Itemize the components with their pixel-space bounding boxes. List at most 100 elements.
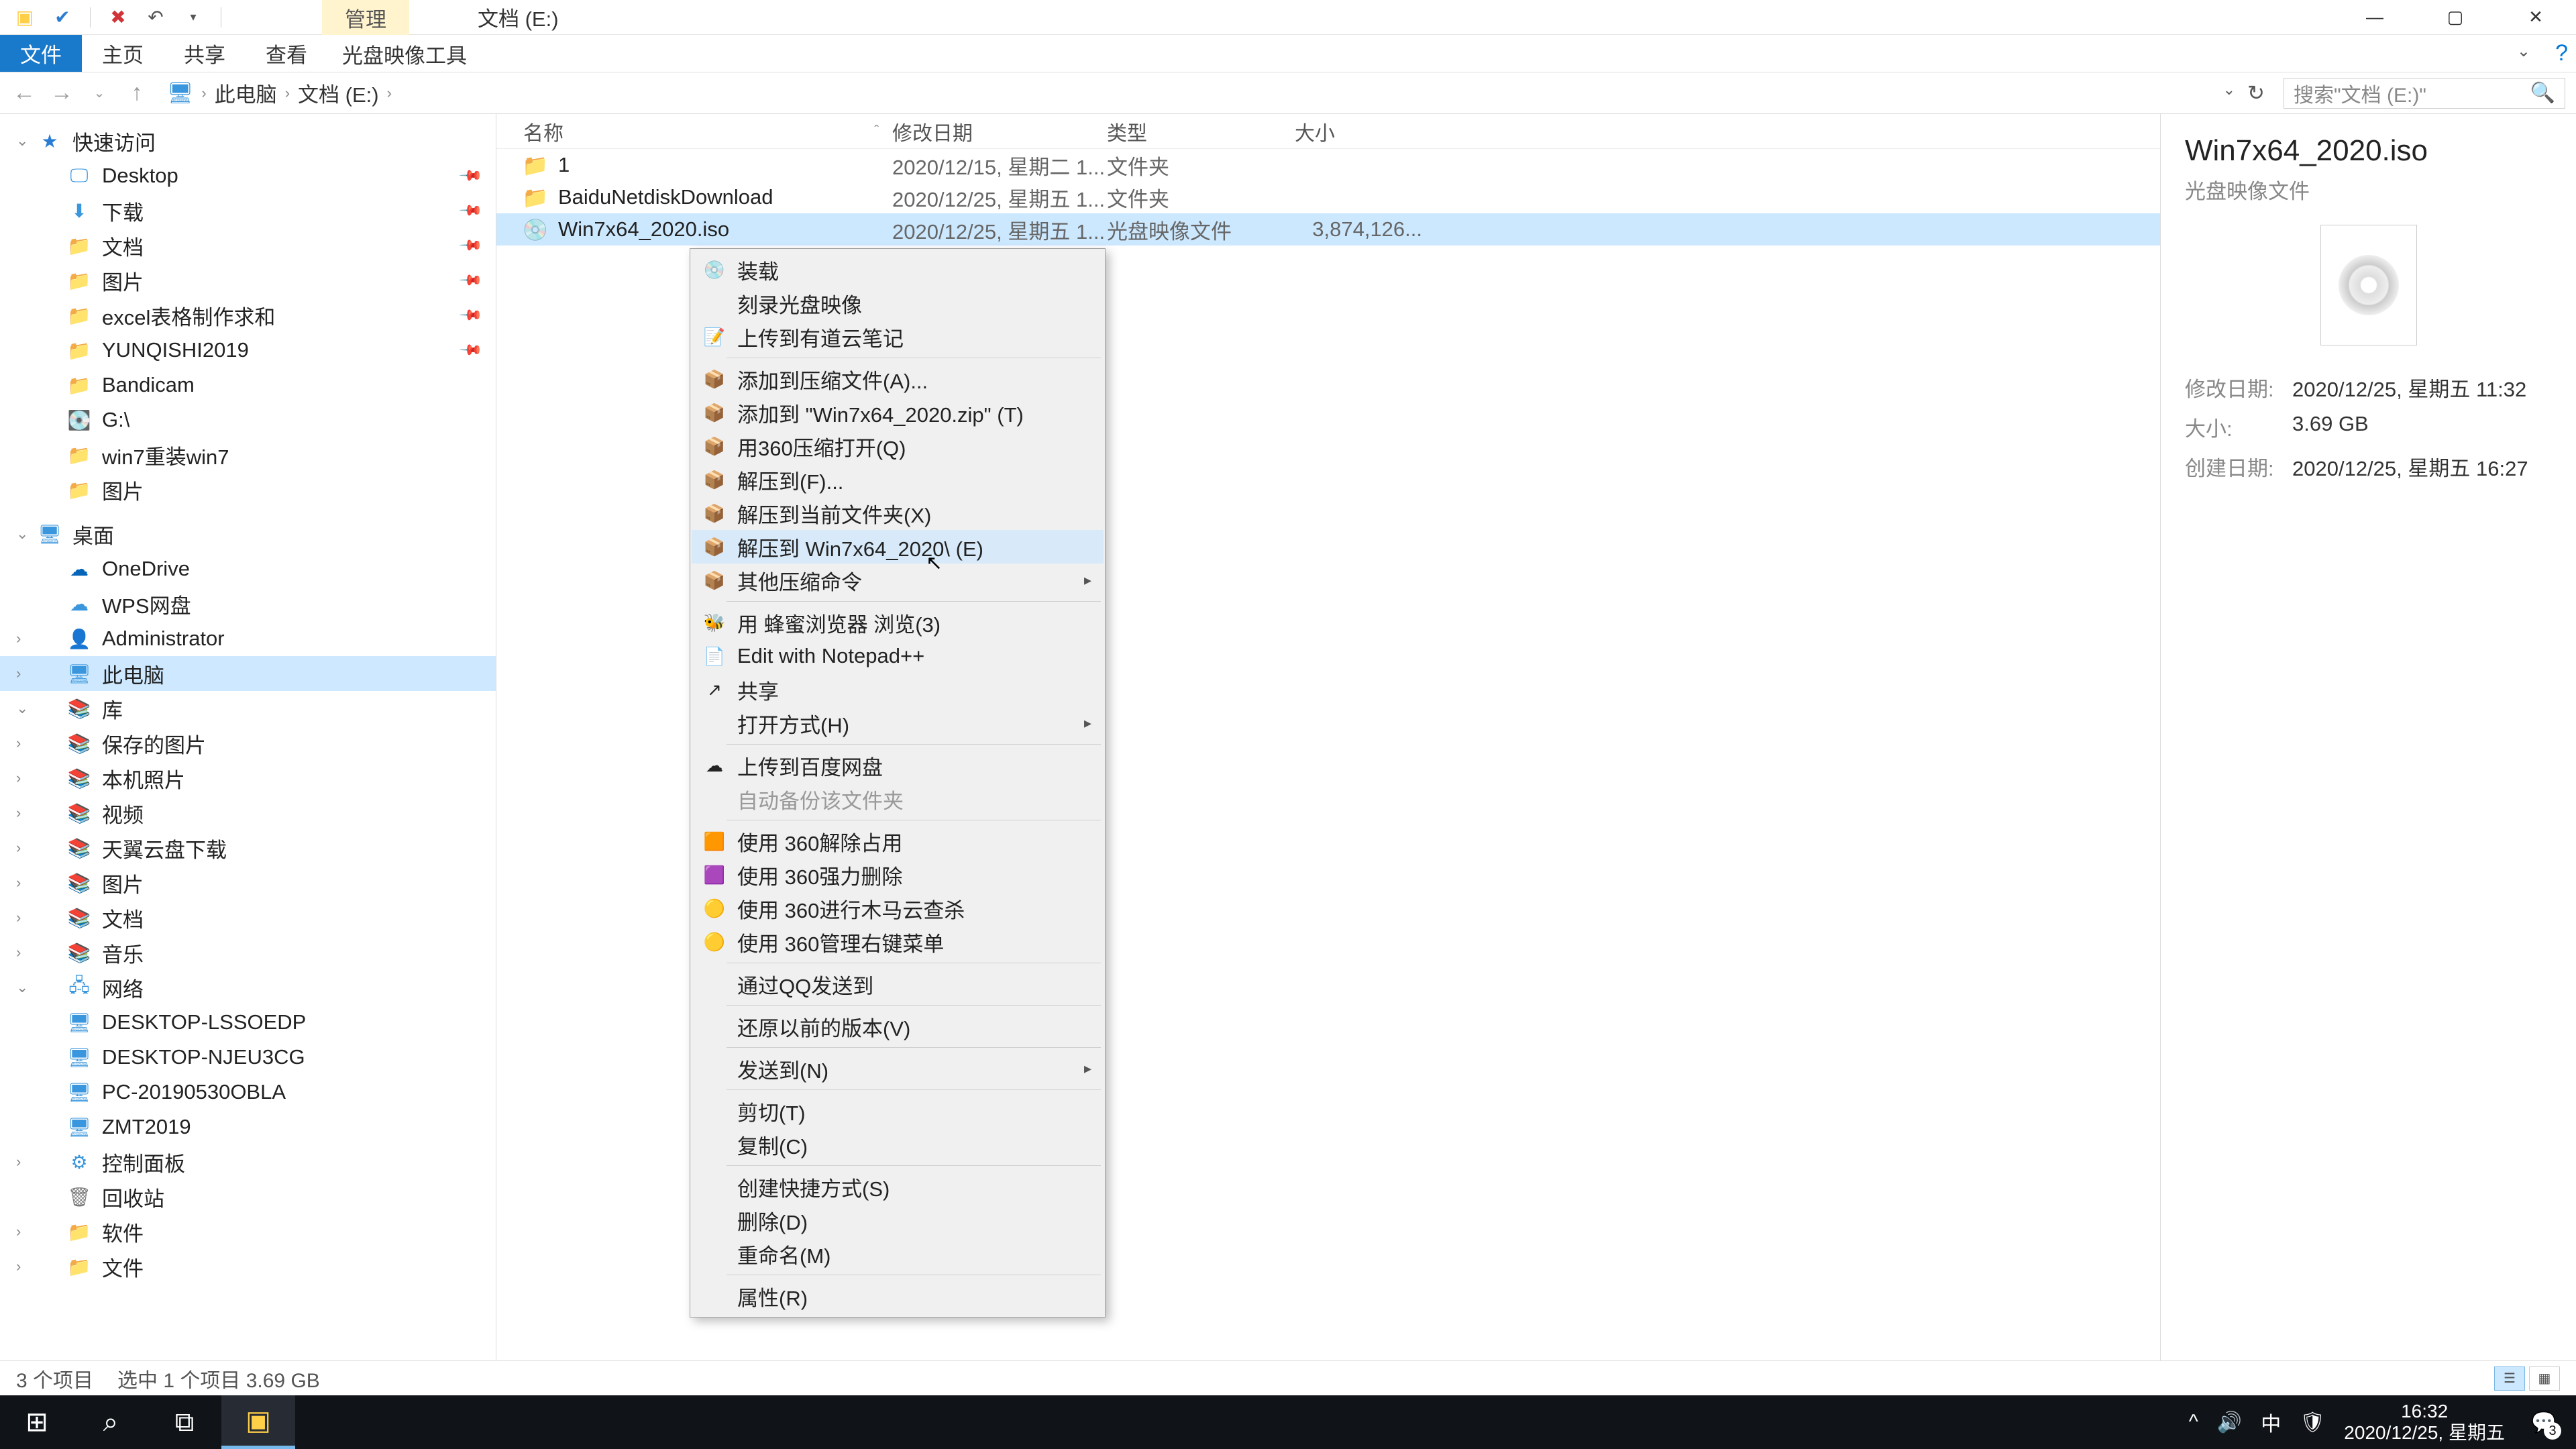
chevron-down-icon[interactable]: ⌄ [16, 979, 28, 996]
ime-indicator[interactable]: 中 [2261, 1407, 2281, 1437]
icons-view-button[interactable]: ▦ [2529, 1366, 2560, 1391]
sidebar-this-pc[interactable]: › 🖥 此电脑 [0, 656, 496, 691]
context-menu-item[interactable]: 📦添加到 "Win7x64_2020.zip" (T) [692, 396, 1104, 429]
breadcrumb[interactable]: 此电脑 [215, 78, 277, 108]
file-row[interactable]: 📁12020/12/15, 星期二 1...文件夹 [496, 149, 2160, 181]
chevron-right-icon[interactable]: › [16, 874, 21, 892]
notifications-button[interactable]: 💬 3 [2524, 1402, 2564, 1442]
sidebar-network[interactable]: ⌄ 🖧 网络 [0, 970, 496, 1005]
sidebar-item[interactable]: 📁YUNQISHI2019📌 [0, 333, 496, 368]
sidebar-library-item[interactable]: ›📚视频 [0, 796, 496, 830]
recent-dropdown[interactable]: ⌄ [86, 85, 113, 101]
maximize-button[interactable]: ▢ [2415, 0, 2496, 35]
context-menu-item[interactable]: 复制(C) [692, 1128, 1104, 1161]
sidebar-item[interactable]: ⬇下载📌 [0, 193, 496, 228]
refresh-icon[interactable]: ↻ [2247, 81, 2265, 105]
chevron-right-icon[interactable]: › [16, 630, 21, 647]
context-menu-item[interactable]: 📦用360压缩打开(Q) [692, 429, 1104, 463]
address-path[interactable]: 🖥 › 此电脑 › 文档 (E:) › [161, 74, 2204, 111]
ribbon-expand-icon[interactable]: ⌄ [2517, 42, 2530, 61]
chevron-right-icon[interactable]: › [16, 735, 21, 752]
context-menu-item[interactable]: 通过QQ发送到 [692, 967, 1104, 1001]
dropdown-icon[interactable]: ▾ [179, 3, 207, 32]
sidebar-onedrive[interactable]: ☁ OneDrive [0, 551, 496, 586]
save-icon[interactable]: ✔ [48, 3, 76, 32]
context-menu-item[interactable]: 发送到(N)▸ [692, 1052, 1104, 1085]
context-menu-item[interactable]: 🟪使用 360强力删除 [692, 858, 1104, 892]
chevron-right-icon[interactable]: › [16, 909, 21, 926]
chevron-right-icon[interactable]: › [16, 944, 21, 961]
chevron-right-icon[interactable]: › [16, 839, 21, 857]
context-menu-item[interactable]: ☁上传到百度网盘 [692, 749, 1104, 782]
sidebar-library-item[interactable]: ›📚天翼云盘下载 [0, 830, 496, 865]
search-button[interactable]: ⌕ [74, 1395, 148, 1449]
context-menu-item[interactable]: 💿装载 [692, 253, 1104, 286]
sidebar-quick-access[interactable]: ⌄ ★ 快速访问 [0, 123, 496, 158]
sidebar-library-item[interactable]: ›📚音乐 [0, 935, 496, 970]
context-menu-item[interactable]: 删除(D) [692, 1203, 1104, 1237]
sidebar-item[interactable]: 📁图片📌 [0, 263, 496, 298]
context-menu-item[interactable]: 📦其他压缩命令▸ [692, 564, 1104, 597]
file-row[interactable]: 💿Win7x64_2020.iso2020/12/25, 星期五 1...光盘映… [496, 213, 2160, 246]
context-menu-item[interactable]: 创建快捷方式(S) [692, 1170, 1104, 1203]
context-menu-item[interactable]: 🟧使用 360解除占用 [692, 824, 1104, 858]
search-input[interactable]: 搜索"文档 (E:)" 🔍 [2284, 78, 2565, 109]
ribbon-tab-disc-tools[interactable]: 光盘映像工具 [322, 35, 487, 72]
sidebar-item[interactable]: 📁文档📌 [0, 228, 496, 263]
sidebar-wps[interactable]: ☁ WPS网盘 [0, 586, 496, 621]
context-menu-item[interactable]: 🐝用 蜂蜜浏览器 浏览(3) [692, 606, 1104, 639]
undo-icon[interactable]: ↶ [142, 3, 170, 32]
chevron-right-icon[interactable]: › [16, 1223, 21, 1240]
chevron-right-icon[interactable]: › [16, 1258, 21, 1275]
sidebar-administrator[interactable]: › 👤 Administrator [0, 621, 496, 656]
context-menu-item[interactable]: 刻录光盘映像 [692, 286, 1104, 320]
tray-overflow-icon[interactable]: ^ [2189, 1411, 2198, 1434]
help-icon[interactable]: ? [2555, 40, 2568, 66]
ribbon-tab-share[interactable]: 共享 [164, 35, 246, 72]
sidebar-control-panel[interactable]: › ⚙ 控制面板 [0, 1144, 496, 1179]
back-button[interactable]: ← [11, 80, 38, 106]
chevron-right-icon[interactable]: › [16, 804, 21, 822]
context-menu-item[interactable]: 📝上传到有道云笔记 [692, 320, 1104, 354]
context-menu-item[interactable]: 📦解压到当前文件夹(X) [692, 496, 1104, 530]
context-menu-item[interactable]: 打开方式(H)▸ [692, 706, 1104, 740]
context-menu-item[interactable]: 属性(R) [692, 1279, 1104, 1313]
sidebar-library-item[interactable]: ›📚文档 [0, 900, 496, 935]
context-menu-item[interactable]: 📦解压到(F)... [692, 463, 1104, 496]
up-button[interactable]: ↑ [123, 80, 150, 106]
sidebar-files[interactable]: › 📁 文件 [0, 1249, 496, 1284]
context-menu-item[interactable]: 剪切(T) [692, 1094, 1104, 1128]
ribbon-tab-file[interactable]: 文件 [0, 35, 82, 72]
context-menu-item[interactable]: 📄Edit with Notepad++ [692, 639, 1104, 673]
details-view-button[interactable]: ☰ [2494, 1366, 2525, 1391]
sidebar-item[interactable]: 📁excel表格制作求和📌 [0, 298, 496, 333]
chevron-right-icon[interactable]: › [16, 1153, 21, 1171]
file-row[interactable]: 📁BaiduNetdiskDownload2020/12/25, 星期五 1..… [496, 181, 2160, 213]
sidebar-network-item[interactable]: 🖥DESKTOP-LSSOEDP [0, 1005, 496, 1040]
chevron-down-icon[interactable]: ⌄ [16, 700, 28, 717]
explorer-taskbar-button[interactable]: ▣ [221, 1395, 295, 1449]
sidebar-recycle-bin[interactable]: 🗑 回收站 [0, 1179, 496, 1214]
ribbon-tab-view[interactable]: 查看 [246, 35, 327, 72]
breadcrumb[interactable]: 文档 (E:) [298, 78, 379, 108]
sidebar-item[interactable]: 💽G:\ [0, 402, 496, 437]
start-button[interactable]: ⊞ [0, 1395, 74, 1449]
contextual-tab-manage[interactable]: 管理 [322, 0, 409, 35]
context-menu-item[interactable]: 🟡使用 360进行木马云查杀 [692, 892, 1104, 925]
sidebar-network-item[interactable]: 🖥ZMT2019 [0, 1110, 496, 1144]
context-menu-item[interactable]: 📦添加到压缩文件(A)... [692, 362, 1104, 396]
chevron-right-icon[interactable]: › [16, 769, 21, 787]
sidebar-item[interactable]: 🖵Desktop📌 [0, 158, 496, 193]
sidebar-desktop[interactable]: ⌄ 🖥 桌面 [0, 517, 496, 551]
sidebar-libraries[interactable]: ⌄ 📚 库 [0, 691, 496, 726]
sidebar-library-item[interactable]: ›📚保存的图片 [0, 726, 496, 761]
security-icon[interactable]: 🛡 [2300, 1411, 2325, 1434]
close-button[interactable]: ✕ [2496, 0, 2576, 35]
column-header-type[interactable]: 类型 [1107, 117, 1295, 146]
ribbon-tab-home[interactable]: 主页 [82, 35, 164, 72]
sidebar-item[interactable]: 📁图片 [0, 472, 496, 507]
task-view-button[interactable]: ⧉ [148, 1395, 221, 1449]
sidebar-software[interactable]: › 📁 软件 [0, 1214, 496, 1249]
column-header-name[interactable]: 名称 ˆ [496, 117, 892, 146]
context-menu-item[interactable]: 🟡使用 360管理右键菜单 [692, 925, 1104, 959]
